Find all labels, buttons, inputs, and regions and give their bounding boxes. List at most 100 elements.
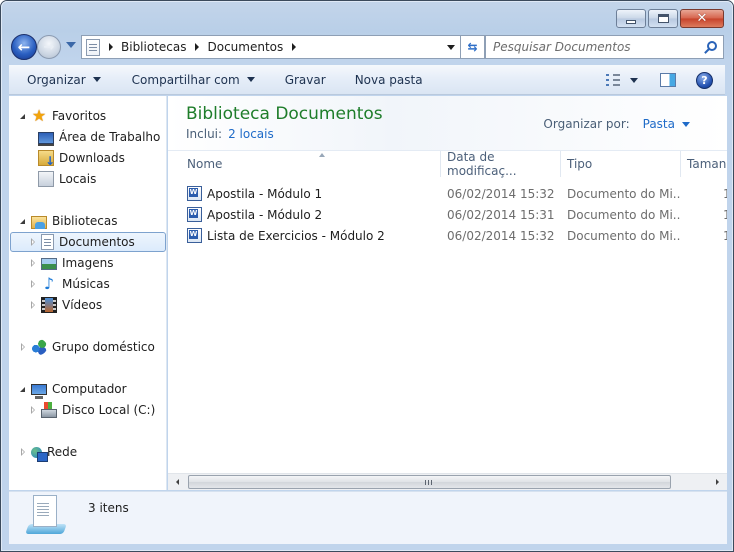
tree-item-local-disk[interactable]: Disco Local (C:) xyxy=(28,400,155,420)
library-document-icon xyxy=(86,38,100,56)
command-bar: Organizar Compartilhar com Gravar Nova p… xyxy=(9,65,725,95)
expander-closed-icon[interactable] xyxy=(28,238,37,247)
scrollbar-grip-icon xyxy=(425,480,432,485)
maximize-icon xyxy=(657,14,669,23)
view-options-dropdown[interactable] xyxy=(630,77,638,83)
arrange-by-dropdown[interactable]: Pasta xyxy=(643,117,675,131)
expander-open-icon[interactable] xyxy=(18,217,27,226)
expander-open-icon[interactable] xyxy=(18,112,27,121)
breadcrumb-chevron-icon[interactable] xyxy=(195,43,200,51)
forward-button[interactable]: → xyxy=(37,35,61,59)
preview-pane-icon[interactable] xyxy=(660,73,676,87)
includes-locations-link[interactable]: 2 locais xyxy=(228,127,274,141)
breadcrumb-documentos[interactable]: Documentos xyxy=(207,40,283,54)
video-film-icon xyxy=(41,297,57,313)
file-row[interactable]: Lista de Exercicios - Módulo 2 06/02/201… xyxy=(168,225,727,246)
file-size: 1 xyxy=(723,186,727,201)
back-arrow-icon: ← xyxy=(17,38,31,56)
tree-item-desktop[interactable]: Área de Trabalho xyxy=(38,127,160,147)
tree-label: Computador xyxy=(52,382,127,396)
expander-closed-icon[interactable] xyxy=(28,406,37,415)
address-history-dropdown[interactable] xyxy=(447,45,455,50)
file-name-cell: Apostila - Módulo 1 xyxy=(187,183,437,204)
tree-item-images[interactable]: Imagens xyxy=(28,253,113,273)
expander-closed-icon[interactable] xyxy=(18,448,27,457)
recent-pages-dropdown[interactable] xyxy=(66,42,76,48)
tree-label: Rede xyxy=(47,445,78,459)
organize-label: Organizar xyxy=(27,72,86,87)
tree-label: Imagens xyxy=(62,256,114,270)
minimize-icon xyxy=(626,19,636,24)
tree-homegroup[interactable]: Grupo doméstico xyxy=(18,337,155,357)
details-pane: 3 itens xyxy=(9,491,727,544)
tree-label: Downloads xyxy=(59,151,125,165)
change-view-icon[interactable] xyxy=(606,74,620,86)
tree-item-downloads[interactable]: Downloads xyxy=(38,148,125,168)
scroll-right-arrow-icon[interactable] xyxy=(716,479,719,485)
new-folder-label: Nova pasta xyxy=(354,72,423,87)
file-modified: 06/02/2014 15:32 xyxy=(447,186,555,201)
chevron-down-icon xyxy=(92,77,101,82)
scroll-left-arrow-icon[interactable] xyxy=(176,479,179,485)
tree-item-recent-places[interactable]: Locais xyxy=(38,169,96,189)
tree-item-music[interactable]: ♪ Músicas xyxy=(28,274,110,294)
address-bar[interactable]: Bibliotecas Documentos xyxy=(81,35,461,59)
file-row[interactable]: Apostila - Módulo 2 06/02/2014 15:31 Doc… xyxy=(168,204,727,225)
tree-label: Favoritos xyxy=(52,109,107,123)
tree-computer[interactable]: Computador xyxy=(18,379,127,399)
arrange-by: Organizar por: Pasta xyxy=(543,117,690,131)
item-count: 3 itens xyxy=(88,501,129,515)
help-icon[interactable]: ? xyxy=(696,71,713,89)
library-header: Biblioteca Documentos Inclui: 2 locais Or… xyxy=(168,96,727,151)
column-label: Data de modificaç... xyxy=(447,150,517,178)
downloads-folder-icon xyxy=(38,150,55,168)
breadcrumb-chevron-icon[interactable] xyxy=(292,43,297,51)
chevron-down-icon[interactable] xyxy=(682,121,690,127)
minimize-button[interactable] xyxy=(616,9,646,28)
documents-icon xyxy=(41,234,54,250)
library-title: Biblioteca Documentos xyxy=(186,104,383,124)
network-icon xyxy=(31,446,48,462)
close-button[interactable]: ✕ xyxy=(680,9,724,28)
search-icon[interactable] xyxy=(707,41,717,51)
expander-open-icon[interactable] xyxy=(18,385,27,394)
file-list-pane: Biblioteca Documentos Inclui: 2 locais Or… xyxy=(168,96,727,490)
share-with-button[interactable]: Compartilhar com xyxy=(101,65,255,95)
tree-label: Documentos xyxy=(59,235,135,249)
column-header-type[interactable]: Tipo xyxy=(561,151,681,177)
search-input[interactable] xyxy=(493,40,703,54)
tree-item-documents[interactable]: Documentos xyxy=(10,232,166,252)
organize-button[interactable]: Organizar xyxy=(9,65,101,95)
column-header-date-modified[interactable]: Data de modificaç... xyxy=(441,150,561,178)
expander-closed-icon[interactable] xyxy=(28,259,37,268)
computer-icon xyxy=(31,384,47,399)
tree-item-videos[interactable]: Vídeos xyxy=(28,295,102,315)
file-row[interactable]: Apostila - Módulo 1 06/02/2014 15:32 Doc… xyxy=(168,183,727,204)
burn-button[interactable]: Gravar xyxy=(255,65,326,95)
breadcrumb-chevron-icon[interactable] xyxy=(109,43,113,51)
burn-label: Gravar xyxy=(284,72,326,87)
scrollbar-thumb[interactable] xyxy=(188,475,671,489)
arrange-by-label: Organizar por: xyxy=(543,117,630,131)
expander-closed-icon[interactable] xyxy=(18,343,27,352)
explorer-window: ✕ ← → Bibliotecas Documentos ⇆ Organizar… xyxy=(0,0,734,552)
tree-network[interactable]: Rede xyxy=(18,442,77,462)
file-name: Apostila - Módulo 1 xyxy=(207,186,323,201)
expander-closed-icon[interactable] xyxy=(28,301,37,310)
column-header-size[interactable]: Tamanh xyxy=(681,151,727,177)
libraries-icon xyxy=(31,216,47,229)
tree-label: Bibliotecas xyxy=(52,214,118,228)
horizontal-scrollbar[interactable] xyxy=(168,473,727,490)
refresh-button[interactable]: ⇆ xyxy=(461,35,485,59)
back-button[interactable]: ← xyxy=(11,34,37,60)
breadcrumb-bibliotecas[interactable]: Bibliotecas xyxy=(121,40,186,54)
search-box[interactable] xyxy=(485,35,724,59)
expander-closed-icon[interactable] xyxy=(28,280,37,289)
new-folder-button[interactable]: Nova pasta xyxy=(326,65,423,95)
column-header-name[interactable]: Nome xyxy=(181,151,441,177)
column-label: Nome xyxy=(187,157,223,171)
tree-libraries[interactable]: Bibliotecas xyxy=(18,211,117,231)
tree-favorites[interactable]: ★ Favoritos xyxy=(18,106,106,126)
maximize-button[interactable] xyxy=(648,9,678,28)
navigation-pane: ★ Favoritos Área de Trabalho Downloads L… xyxy=(9,96,167,490)
